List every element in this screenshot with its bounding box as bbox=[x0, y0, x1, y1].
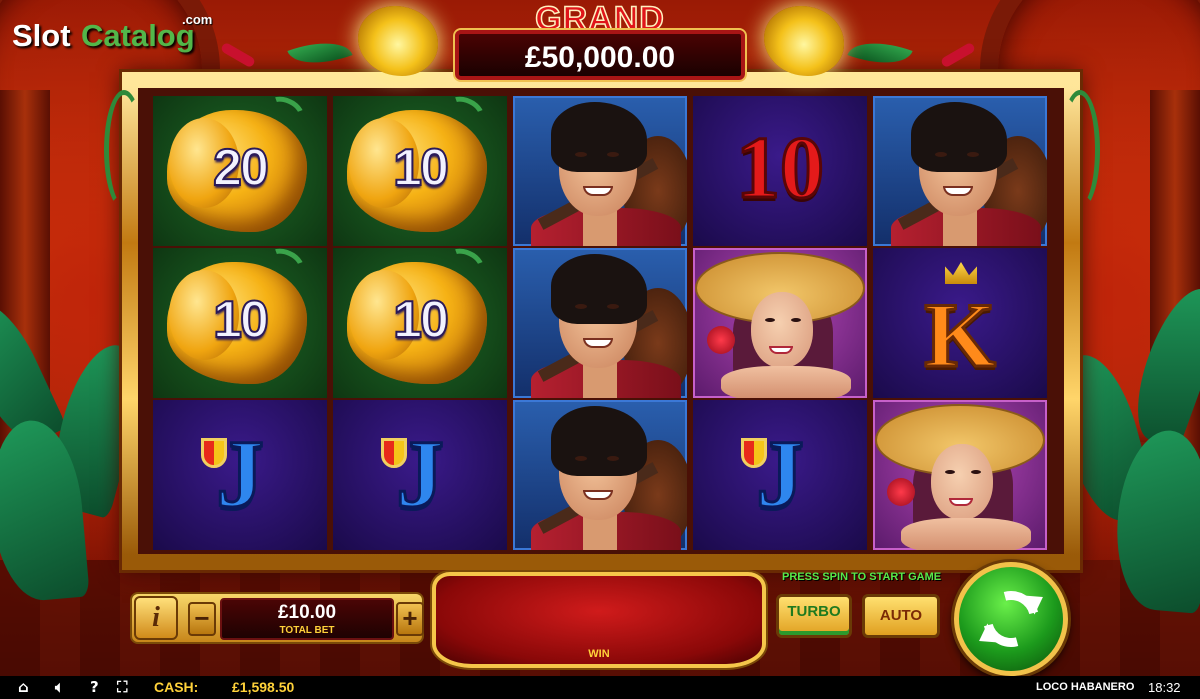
letter-j: J bbox=[395, 419, 446, 529]
eye bbox=[967, 152, 979, 157]
reel-2: 10 10 J bbox=[333, 96, 507, 550]
eye bbox=[575, 304, 587, 309]
jackpot-display: £50,000.00 bbox=[455, 30, 745, 80]
total-bet-label: TOTAL BET bbox=[279, 625, 335, 636]
symbol-ten: 10 bbox=[693, 96, 867, 246]
symbol-j: J bbox=[153, 400, 327, 550]
speaker-icon[interactable]: 🔈︎ bbox=[55, 678, 64, 696]
vine-decoration bbox=[1060, 90, 1100, 210]
eye bbox=[971, 470, 981, 474]
letter-k: K bbox=[923, 283, 998, 388]
symbol-guitarist bbox=[513, 248, 687, 398]
symbol-pepper: 10 bbox=[333, 248, 507, 398]
senorita-face bbox=[751, 292, 813, 368]
info-button[interactable]: i bbox=[134, 596, 178, 640]
slotcatalog-watermark: Slot Catalog .com bbox=[12, 8, 212, 58]
guitarist-hair bbox=[551, 406, 647, 476]
pepper-value: 10 bbox=[392, 138, 450, 198]
eye bbox=[607, 152, 619, 157]
symbol-king: K bbox=[873, 248, 1047, 398]
logo-word-slot: Slot bbox=[12, 18, 71, 53]
win-label: WIN bbox=[588, 648, 610, 660]
number-ten: 10 bbox=[735, 119, 826, 219]
senorita-arm bbox=[901, 518, 1031, 550]
eye bbox=[791, 318, 801, 322]
reel-3 bbox=[513, 96, 687, 550]
symbol-guitarist bbox=[873, 96, 1047, 246]
cash-value: £1,598.50 bbox=[232, 679, 295, 695]
fullscreen-icon[interactable]: ⛶ bbox=[117, 678, 128, 696]
win-display: WIN bbox=[432, 572, 766, 668]
eye bbox=[945, 470, 955, 474]
symbol-senorita bbox=[693, 248, 867, 398]
symbol-guitarist bbox=[513, 400, 687, 550]
guitarist-hair bbox=[911, 102, 1007, 172]
senorita-arm bbox=[721, 366, 851, 398]
symbol-pepper: 20 bbox=[153, 96, 327, 246]
logo-word-catalog: Catalog bbox=[81, 18, 195, 53]
pepper-value: 10 bbox=[212, 290, 270, 350]
total-bet-value: £10.00 bbox=[277, 602, 337, 623]
eye bbox=[575, 456, 587, 461]
letter-j: J bbox=[755, 419, 806, 529]
symbol-pepper: 10 bbox=[153, 248, 327, 398]
vine-decoration bbox=[104, 90, 144, 210]
eye bbox=[607, 304, 619, 309]
pepper-value: 20 bbox=[212, 138, 270, 198]
eye bbox=[935, 152, 947, 157]
cash-label: CASH: bbox=[154, 679, 199, 695]
decrease-bet-button[interactable]: − bbox=[188, 602, 216, 636]
symbol-j: J bbox=[693, 400, 867, 550]
letter-j: J bbox=[215, 419, 266, 529]
crown-icon bbox=[945, 262, 977, 284]
symbol-j: J bbox=[333, 400, 507, 550]
symbol-pepper: 10 bbox=[333, 96, 507, 246]
symbol-senorita bbox=[873, 400, 1047, 550]
status-bar: ⌂ 🔈︎ ? ⛶ CASH: £1,598.50 LOCO HABANERO 1… bbox=[0, 676, 1200, 699]
spin-button[interactable] bbox=[954, 562, 1068, 676]
turbo-button[interactable]: TURBO bbox=[776, 594, 852, 638]
rose-icon bbox=[707, 326, 735, 354]
guitarist-hair bbox=[551, 254, 647, 324]
autoplay-button[interactable]: AUTO bbox=[862, 594, 940, 638]
rose-icon bbox=[887, 478, 915, 506]
press-spin-hint: PRESS SPIN TO START GAME bbox=[782, 571, 942, 583]
game-title: LOCO HABANERO bbox=[1036, 681, 1135, 693]
senorita-face bbox=[931, 444, 993, 520]
symbol-guitarist bbox=[513, 96, 687, 246]
eye bbox=[575, 152, 587, 157]
help-button[interactable]: ? bbox=[90, 678, 99, 696]
logo-suffix: .com bbox=[182, 12, 213, 27]
jackpot-amount: £50,000.00 bbox=[524, 41, 676, 74]
total-bet-display: £10.00 TOTAL BET bbox=[220, 598, 394, 640]
eye bbox=[607, 456, 619, 461]
reel-4: 10 J bbox=[693, 96, 867, 550]
pepper-value: 10 bbox=[392, 290, 450, 350]
clock: 18:32 bbox=[1148, 680, 1181, 695]
home-icon[interactable]: ⌂ bbox=[18, 678, 29, 696]
guitarist-hair bbox=[551, 102, 647, 172]
increase-bet-button[interactable]: + bbox=[396, 602, 424, 636]
reel-1: 20 10 J bbox=[153, 96, 327, 550]
reel-5: K bbox=[873, 96, 1047, 550]
eye bbox=[765, 318, 775, 322]
